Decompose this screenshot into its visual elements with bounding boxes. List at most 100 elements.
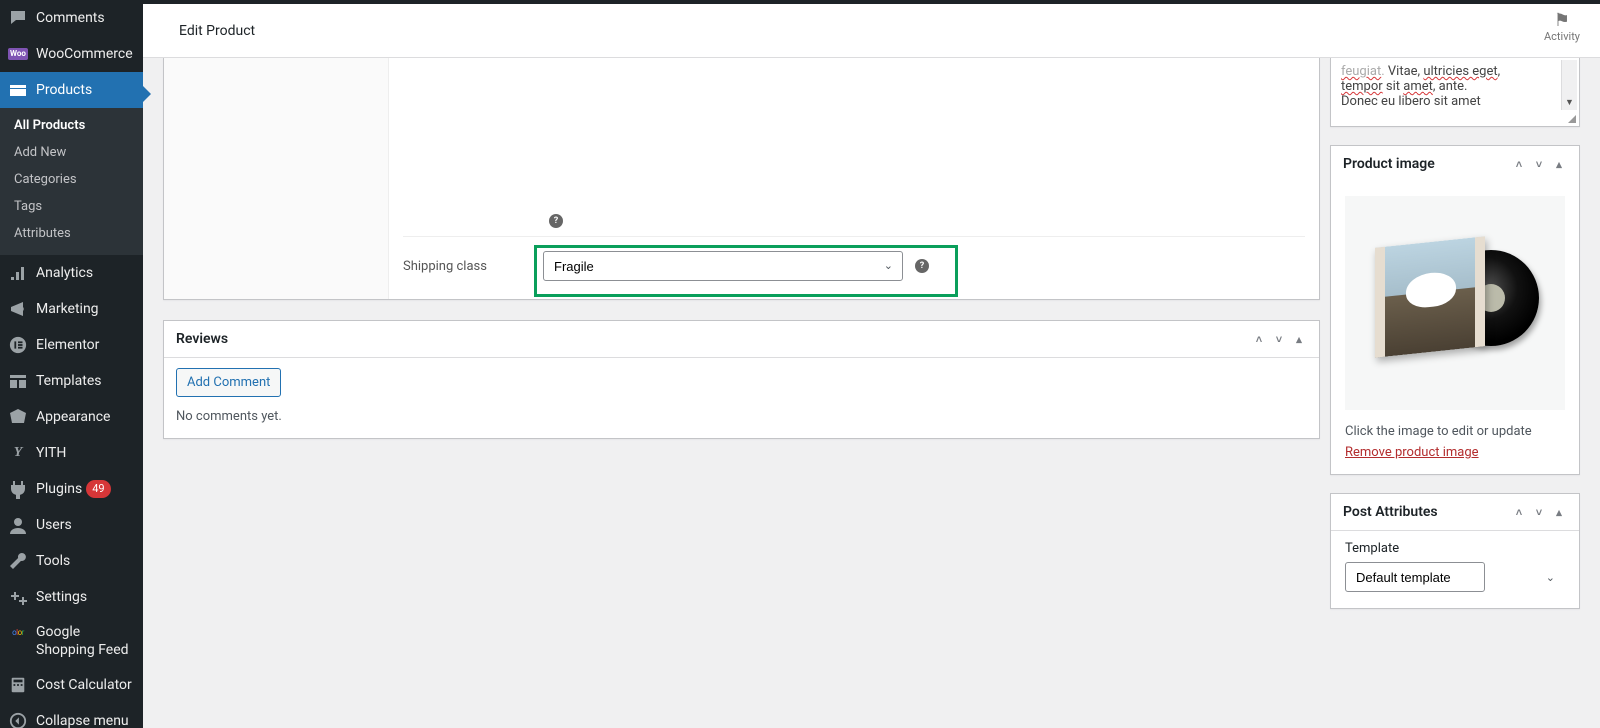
product-data-body: ? Shipping class Fragile ⌄ ? bbox=[389, 58, 1319, 299]
remove-product-image-link[interactable]: Remove product image bbox=[1331, 445, 1493, 474]
users-icon bbox=[8, 515, 28, 535]
flyout-pointer bbox=[143, 86, 151, 102]
template-label: Template bbox=[1345, 541, 1565, 556]
menu-label: Cost Calculator bbox=[36, 676, 132, 694]
chevron-down-icon: ⌄ bbox=[1546, 571, 1555, 584]
comments-icon bbox=[8, 8, 28, 28]
activity-label: Activity bbox=[1544, 30, 1580, 43]
google-shopping-icon: olor bbox=[8, 623, 28, 643]
activity-button[interactable]: ⚑ Activity bbox=[1544, 12, 1580, 43]
menu-label: Comments bbox=[36, 9, 105, 27]
sidebar-item-cost-calculator[interactable]: Cost Calculator bbox=[0, 667, 143, 703]
woocommerce-icon: Woo bbox=[8, 44, 28, 64]
panel-toggle-icon[interactable]: ▴ bbox=[1551, 158, 1567, 171]
sidebar-item-plugins[interactable]: Plugins 49 bbox=[0, 471, 143, 507]
templates-icon bbox=[8, 371, 28, 391]
menu-label: Users bbox=[36, 516, 72, 534]
submenu-categories[interactable]: Categories bbox=[0, 166, 143, 193]
marketing-icon bbox=[8, 299, 28, 319]
reviews-heading-row: Reviews ˄ ˅ ▴ bbox=[164, 321, 1319, 357]
sidebar-item-google-shopping[interactable]: olor Google Shopping Feed bbox=[0, 615, 143, 667]
panel-move-down-icon[interactable]: ˅ bbox=[1271, 333, 1287, 346]
reviews-heading: Reviews bbox=[176, 331, 228, 347]
menu-label: Analytics bbox=[36, 264, 93, 282]
sidebar-item-templates[interactable]: Templates bbox=[0, 363, 143, 399]
short-description-textarea[interactable]: feugiat. Vitae, ultricies eget, tempor s… bbox=[1331, 58, 1579, 126]
help-icon[interactable]: ? bbox=[549, 214, 563, 228]
main-content: ? Shipping class Fragile ⌄ ? bbox=[143, 58, 1600, 728]
collapse-icon bbox=[8, 711, 28, 728]
post-attributes-heading: Post Attributes bbox=[1343, 504, 1438, 520]
product-data-panel: ? Shipping class Fragile ⌄ ? bbox=[163, 58, 1320, 300]
add-comment-button[interactable]: Add Comment bbox=[176, 368, 281, 397]
elementor-icon bbox=[8, 335, 28, 355]
settings-icon bbox=[8, 587, 28, 607]
no-comments-text: No comments yet. bbox=[176, 409, 1307, 424]
menu-label: YITH bbox=[36, 444, 66, 462]
panel-move-up-icon[interactable]: ˄ bbox=[1251, 333, 1267, 346]
plugins-icon bbox=[8, 479, 28, 499]
plugins-badge: 49 bbox=[86, 480, 110, 498]
product-image-heading: Product image bbox=[1343, 156, 1435, 172]
sidebar-item-comments[interactable]: Comments bbox=[0, 0, 143, 36]
menu-label: Settings bbox=[36, 588, 87, 606]
textarea-scrollbar[interactable]: ▼ bbox=[1561, 60, 1577, 110]
panel-move-up-icon[interactable]: ˄ bbox=[1511, 506, 1527, 519]
shipping-class-row: Shipping class Fragile ⌄ ? bbox=[403, 236, 1305, 285]
menu-label: Marketing bbox=[36, 300, 99, 318]
appearance-icon bbox=[8, 407, 28, 427]
sidebar-item-collapse[interactable]: Collapse menu bbox=[0, 703, 143, 728]
submenu-all-products[interactable]: All Products bbox=[0, 112, 143, 139]
sidebar-item-yith[interactable]: Y YITH bbox=[0, 435, 143, 471]
sidebar-item-marketing[interactable]: Marketing bbox=[0, 291, 143, 327]
help-icon[interactable]: ? bbox=[915, 259, 929, 273]
calculator-icon bbox=[8, 675, 28, 695]
page-title: Edit Product bbox=[179, 23, 255, 39]
menu-label: Collapse menu bbox=[36, 712, 129, 728]
submenu-add-new[interactable]: Add New bbox=[0, 139, 143, 166]
sidebar-item-users[interactable]: Users bbox=[0, 507, 143, 543]
admin-sidebar: Comments Woo WooCommerce Products All Pr… bbox=[0, 0, 143, 728]
sidebar-item-elementor[interactable]: Elementor bbox=[0, 327, 143, 363]
product-image-thumbnail[interactable] bbox=[1345, 196, 1565, 410]
product-data-tabs bbox=[164, 58, 389, 299]
menu-label: Elementor bbox=[36, 336, 99, 354]
menu-label: Templates bbox=[36, 372, 102, 390]
submenu-tags[interactable]: Tags bbox=[0, 193, 143, 220]
sidebar-item-tools[interactable]: Tools bbox=[0, 543, 143, 579]
menu-label: Tools bbox=[36, 552, 70, 570]
yith-icon: Y bbox=[8, 443, 28, 463]
products-icon bbox=[8, 80, 28, 100]
sidebar-item-products[interactable]: Products bbox=[0, 72, 143, 108]
post-attributes-panel: Post Attributes ˄ ˅ ▴ Template Default t… bbox=[1330, 493, 1580, 609]
panel-move-up-icon[interactable]: ˄ bbox=[1511, 158, 1527, 171]
menu-label: Google Shopping Feed bbox=[36, 623, 135, 659]
menu-label: Plugins bbox=[36, 480, 82, 498]
reviews-panel: Reviews ˄ ˅ ▴ Add Comment No comments ye… bbox=[163, 320, 1320, 439]
sidebar-item-settings[interactable]: Settings bbox=[0, 579, 143, 615]
tools-icon bbox=[8, 551, 28, 571]
menu-label: WooCommerce bbox=[36, 45, 133, 63]
products-submenu: All Products Add New Categories Tags Att… bbox=[0, 108, 143, 255]
vinyl-record-image bbox=[1375, 238, 1535, 368]
product-image-caption: Click the image to edit or update bbox=[1331, 424, 1579, 445]
sidebar-item-appearance[interactable]: Appearance bbox=[0, 399, 143, 435]
panel-move-down-icon[interactable]: ˅ bbox=[1531, 506, 1547, 519]
shipping-class-select[interactable]: Fragile bbox=[543, 251, 903, 281]
analytics-icon bbox=[8, 263, 28, 283]
short-description-panel: feugiat. Vitae, ultricies eget, tempor s… bbox=[1330, 58, 1580, 127]
panel-toggle-icon[interactable]: ▴ bbox=[1551, 506, 1567, 519]
menu-label: Appearance bbox=[36, 408, 110, 426]
sidebar-item-analytics[interactable]: Analytics bbox=[0, 255, 143, 291]
sidebar-item-woocommerce[interactable]: Woo WooCommerce bbox=[0, 36, 143, 72]
page-header: Edit Product ⚑ Activity bbox=[143, 4, 1600, 58]
shipping-class-label: Shipping class bbox=[403, 259, 543, 274]
flag-icon: ⚑ bbox=[1544, 12, 1580, 30]
menu-label: Products bbox=[36, 81, 92, 99]
panel-toggle-icon[interactable]: ▴ bbox=[1291, 333, 1307, 346]
panel-move-down-icon[interactable]: ˅ bbox=[1531, 158, 1547, 171]
textarea-resize-handle[interactable] bbox=[1565, 112, 1577, 124]
submenu-attributes[interactable]: Attributes bbox=[0, 220, 143, 247]
template-select[interactable]: Default template bbox=[1345, 562, 1485, 592]
product-image-panel: Product image ˄ ˅ ▴ bbox=[1330, 145, 1580, 475]
